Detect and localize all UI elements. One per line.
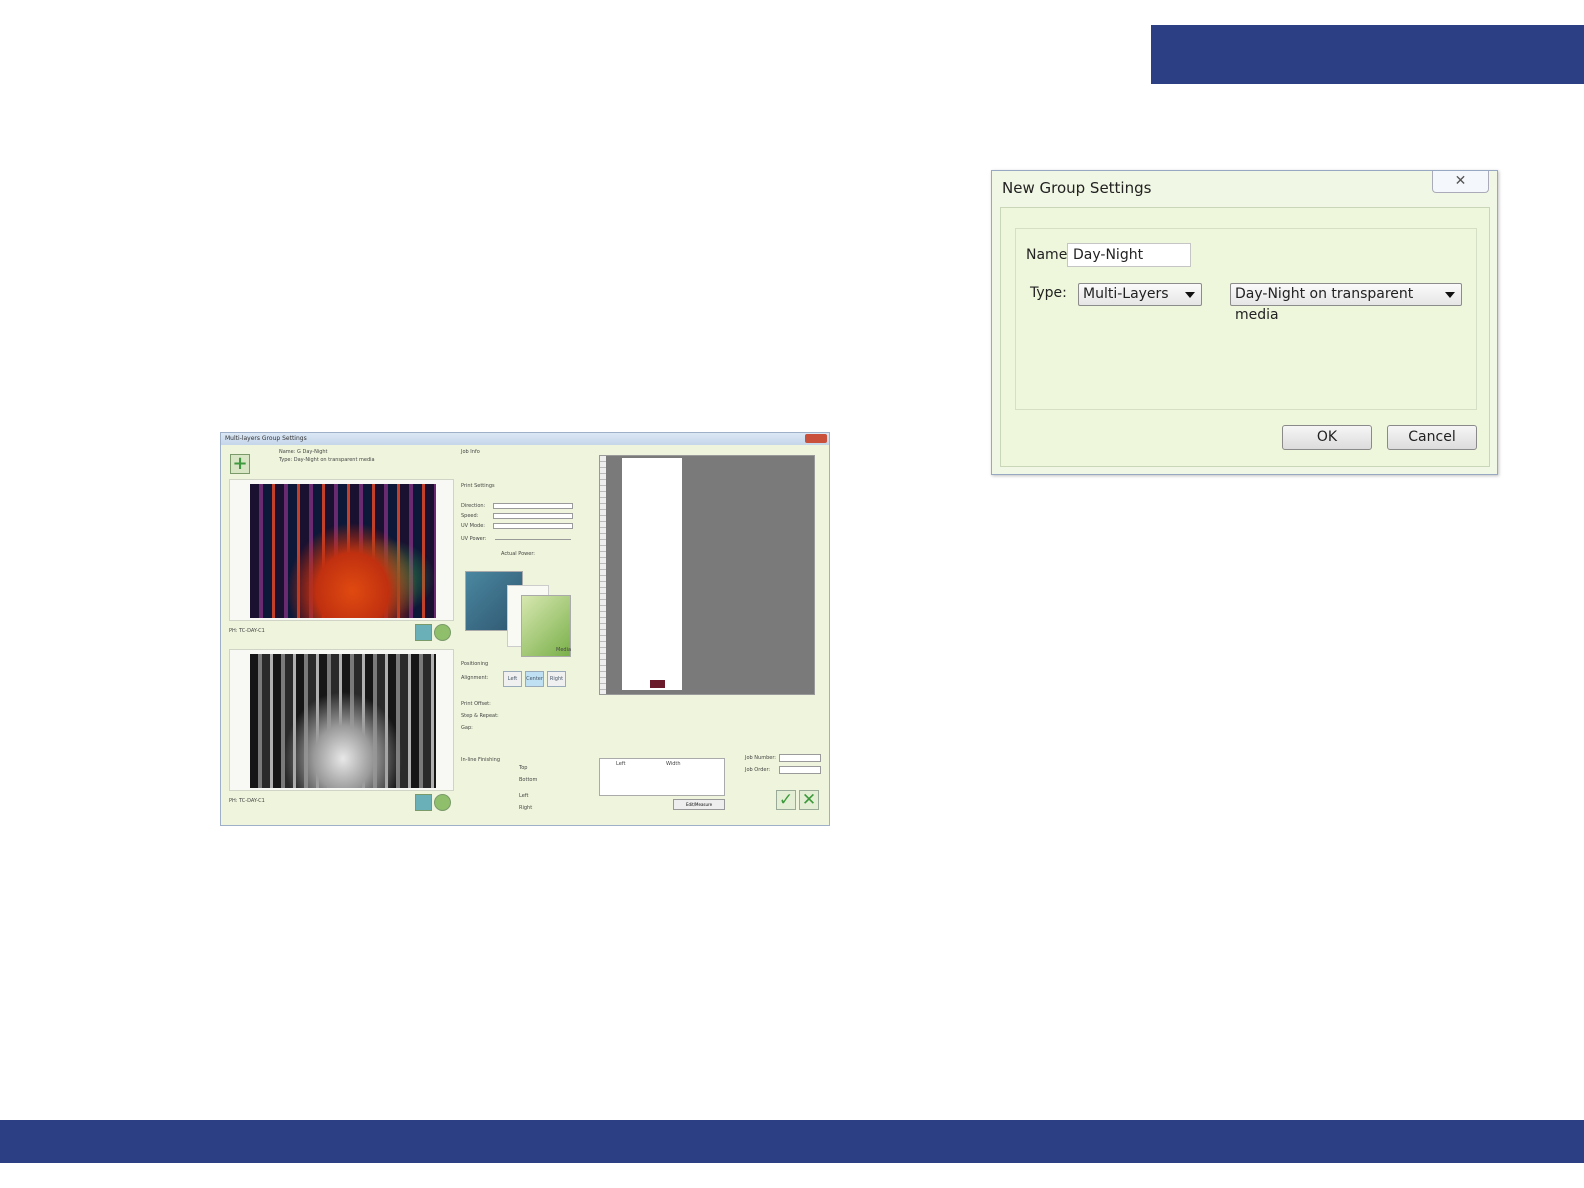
job-info-heading: Job Info (461, 449, 480, 455)
speed-select[interactable] (493, 513, 573, 519)
layer-image-bw[interactable] (229, 649, 454, 791)
bottom-label: Bottom (519, 777, 538, 783)
speed-label: Speed: (461, 513, 479, 519)
name-label: Name: (1026, 247, 1073, 263)
cancel-x-icon[interactable]: ✕ (799, 790, 819, 810)
layer-image-color[interactable] (229, 479, 454, 621)
layer-stack-illustration: W (465, 571, 571, 661)
media-preview-canvas[interactable] (599, 455, 815, 695)
group-name-info: Name: G Day-Night (279, 449, 328, 455)
top-label: Top (519, 765, 528, 771)
preset-select[interactable]: Day-Night on transparent media (1230, 283, 1462, 323)
header-band (1151, 25, 1584, 84)
layer-swap-icon-2[interactable] (434, 794, 451, 811)
close-icon[interactable] (805, 434, 827, 443)
type-label: Type: (1030, 285, 1067, 301)
edit-measure-button[interactable]: Edit/Measure (673, 799, 725, 810)
job-number-label: Job Number: (745, 755, 776, 761)
align-right-button[interactable]: Right (547, 671, 566, 687)
align-left-button[interactable]: Left (503, 671, 522, 687)
alignment-label: Alignment: (461, 675, 489, 681)
name-input[interactable]: Day-Night (1067, 243, 1191, 267)
inline-finishing-heading: In-line Finishing (461, 757, 501, 763)
media-label: Media (556, 647, 572, 653)
layer-settings-icon-2[interactable] (415, 794, 432, 811)
actual-power-label: Actual Power: (501, 551, 535, 557)
uv-mode-label: UV Mode: (461, 523, 485, 529)
ok-button[interactable]: OK (1282, 425, 1372, 450)
print-settings-panel: Job Info Print Settings Direction: Speed… (461, 447, 586, 821)
group-type-info: Type: Day-Night on transparent media (279, 457, 375, 463)
preview-ruler (600, 456, 606, 694)
ok-check-icon[interactable]: ✓ (776, 790, 796, 810)
cancel-button[interactable]: Cancel (1387, 425, 1477, 450)
type-select[interactable]: Multi-Layers (1078, 283, 1202, 306)
media-col-width: Width (666, 761, 681, 767)
gap-label: Gap: (461, 725, 473, 731)
dialog-title: New Group Settings (1002, 179, 1152, 197)
right-label: Right (519, 805, 533, 811)
forest-color-photo (250, 484, 436, 618)
step-repeat-label: Step & Repeat: (461, 713, 499, 719)
preview-job-thumbnail[interactable] (650, 680, 665, 688)
chevron-down-icon (1445, 292, 1455, 298)
chevron-down-icon (1185, 292, 1195, 298)
file-name-2: PH: TC-DAY-C1 (229, 798, 265, 804)
align-center-button[interactable]: Center (525, 671, 544, 687)
preview-print-area (622, 458, 682, 690)
uv-power-slider[interactable] (495, 539, 571, 540)
forest-bw-photo (250, 654, 436, 788)
print-offset-label: Print Offset: (461, 701, 491, 707)
positioning-heading: Positioning (461, 661, 489, 667)
left-label: Left (519, 793, 529, 799)
uv-mode-select[interactable] (493, 523, 573, 529)
new-group-settings-dialog: New Group Settings ✕ Name: Day-Night Typ… (991, 170, 1498, 475)
layer-settings-icon[interactable] (415, 624, 432, 641)
direction-select[interactable] (493, 503, 573, 509)
close-icon[interactable]: ✕ (1432, 171, 1489, 193)
file-name-1: PH: TC-DAY-C1 (229, 628, 265, 634)
direction-label: Direction: (461, 503, 486, 509)
media-table[interactable]: Left Width (599, 758, 725, 796)
job-order-label: Job Order: (745, 767, 771, 773)
window-title: Multi-layers Group Settings (225, 435, 307, 442)
multi-layers-group-settings-window: Multi-layers Group Settings + Name: G Da… (220, 432, 830, 826)
add-layer-button[interactable]: + (230, 454, 250, 474)
job-order-select[interactable] (779, 766, 821, 774)
footer-band (0, 1120, 1584, 1163)
type-select-value: Multi-Layers (1083, 286, 1169, 302)
print-settings-heading: Print Settings (461, 483, 495, 489)
media-col-left: Left (616, 761, 626, 767)
window-title-bar: Multi-layers Group Settings (221, 433, 829, 445)
job-number-select[interactable] (779, 754, 821, 762)
layer-swap-icon[interactable] (434, 624, 451, 641)
uv-power-label: UV Power: (461, 536, 487, 542)
